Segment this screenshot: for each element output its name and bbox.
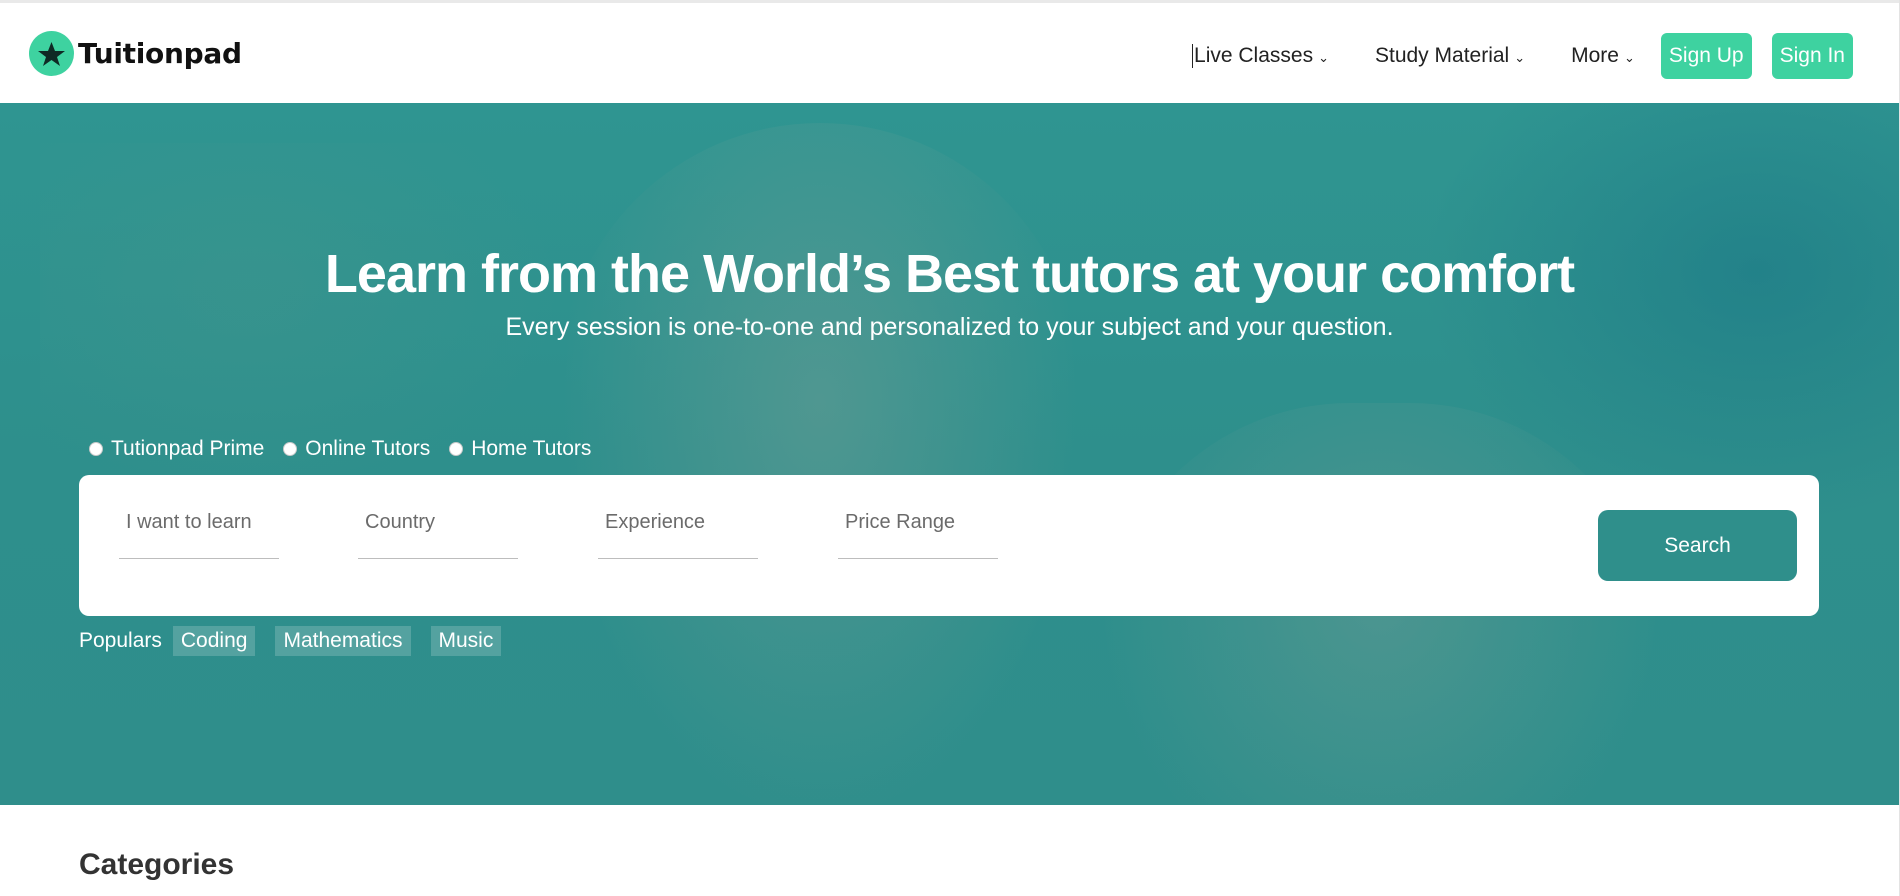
search-button[interactable]: Search: [1598, 510, 1797, 581]
sign-up-button[interactable]: Sign Up: [1660, 33, 1752, 79]
radio-label: Tutionpad Prime: [111, 437, 265, 460]
radio-online-tutors[interactable]: Online Tutors: [283, 437, 430, 461]
popular-subjects: Populars Coding Mathematics Music: [79, 626, 521, 656]
nav-study-material-label: Study Material: [1374, 44, 1510, 67]
main-nav: Live Classes ⌄ Study Material ⌄ More ⌄ S…: [1192, 33, 1853, 79]
popular-chip-coding[interactable]: Coding: [172, 626, 256, 656]
radio-button-icon[interactable]: [283, 442, 298, 456]
nav-more[interactable]: More ⌄: [1571, 44, 1635, 68]
nav-live-classes[interactable]: Live Classes ⌄: [1192, 44, 1329, 68]
radio-home-tutors[interactable]: Home Tutors: [449, 437, 591, 461]
brand-name: Tuitionpad: [78, 37, 242, 70]
hero-title: Learn from the World’s Best tutors at yo…: [324, 244, 1575, 304]
populars-label: Populars: [79, 629, 162, 652]
price-range-select[interactable]: Price Range: [838, 509, 998, 559]
popular-chip-mathematics[interactable]: Mathematics: [275, 626, 411, 656]
categories-heading: Categories: [79, 848, 235, 881]
experience-select[interactable]: Experience: [598, 509, 758, 559]
search-panel: I want to learn Country Experience Price…: [79, 475, 1819, 616]
sign-in-button[interactable]: Sign In: [1771, 33, 1853, 79]
nav-live-classes-label: Live Classes: [1194, 44, 1314, 67]
nav-more-label: More: [1571, 44, 1619, 67]
chevron-down-icon: ⌄: [1318, 50, 1329, 65]
hero-banner: Learn from the World’s Best tutors at yo…: [0, 103, 1899, 805]
radio-label: Home Tutors: [471, 437, 592, 460]
radio-button-icon[interactable]: [89, 442, 103, 456]
learn-input[interactable]: I want to learn: [119, 509, 279, 559]
radio-tutionpad-prime[interactable]: Tutionpad Prime: [89, 437, 264, 461]
chevron-down-icon: ⌄: [1514, 50, 1526, 65]
tutor-type-radio-group: Tutionpad Prime Online Tutors Home Tutor…: [89, 437, 610, 461]
popular-chip-music[interactable]: Music: [430, 626, 502, 656]
country-select[interactable]: Country: [358, 509, 518, 559]
hero-subtitle: Every session is one-to-one and personal…: [505, 313, 1394, 341]
site-header: Tuitionpad Live Classes ⌄ Study Material…: [0, 3, 1899, 103]
brand-logo[interactable]: Tuitionpad: [29, 31, 242, 76]
nav-study-material[interactable]: Study Material ⌄: [1375, 44, 1525, 68]
chevron-down-icon: ⌄: [1623, 50, 1635, 65]
radio-label: Online Tutors: [305, 437, 431, 460]
hero-photo-tutor: [560, 123, 1080, 805]
radio-button-icon[interactable]: [449, 442, 464, 456]
star-logo-icon: [29, 31, 74, 76]
